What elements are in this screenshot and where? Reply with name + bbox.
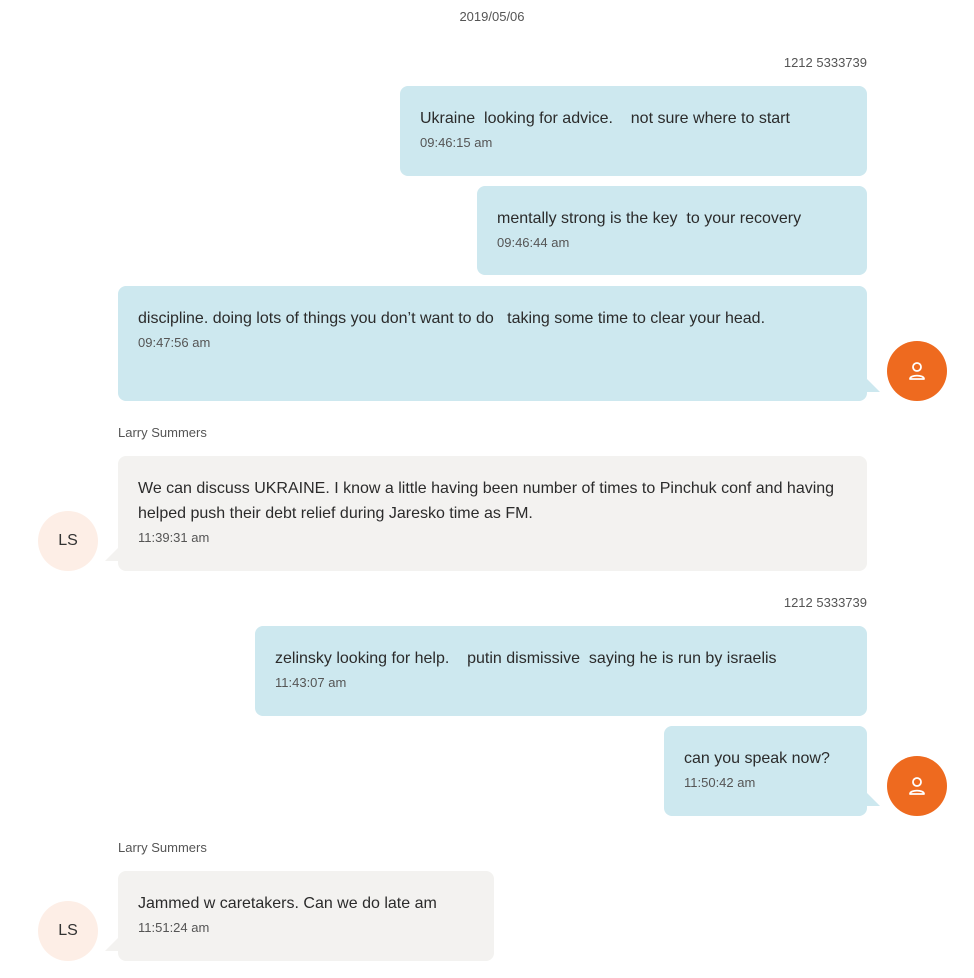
message-bubble-incoming[interactable]: Jammed w caretakers. Can we do late am 1… <box>118 871 494 961</box>
message-bubble-outgoing[interactable]: mentally strong is the key to your recov… <box>477 186 867 275</box>
sender-label: 1212 5333739 <box>783 595 867 610</box>
message-bubble-incoming[interactable]: We can discuss UKRAINE. I know a little … <box>118 456 867 571</box>
self-avatar[interactable] <box>887 756 947 816</box>
bubble-tail <box>105 545 121 561</box>
self-avatar[interactable] <box>887 341 947 401</box>
sender-label: Larry Summers <box>118 840 207 855</box>
message-bubble-outgoing[interactable]: can you speak now? 11:50:42 am <box>664 726 867 816</box>
message-text: mentally strong is the key to your recov… <box>497 210 802 227</box>
sender-label: Larry Summers <box>118 425 207 440</box>
message-bubble-outgoing[interactable]: Ukraine looking for advice. not sure whe… <box>400 86 867 176</box>
person-icon <box>909 777 925 795</box>
date-header: 2019/05/06 <box>459 9 525 24</box>
bubble-tail <box>105 935 121 951</box>
message-timestamp: 09:46:44 am <box>497 235 570 250</box>
contact-avatar[interactable]: LS <box>38 511 98 571</box>
message-bubble-outgoing[interactable]: zelinsky looking for help. putin dismiss… <box>255 626 867 716</box>
message-timestamp: 11:39:31 am <box>138 530 210 545</box>
message-timestamp: 11:43:07 am <box>275 675 347 690</box>
message-text: We can discuss UKRAINE. I know a little … <box>138 480 839 522</box>
message-timestamp: 11:50:42 am <box>684 775 756 790</box>
message-timestamp: 09:47:56 am <box>138 335 211 350</box>
message-text: Jammed w caretakers. Can we do late am <box>138 895 437 912</box>
message-timestamp: 09:46:15 am <box>420 135 493 150</box>
bubble-tail <box>864 376 880 392</box>
message-text: zelinsky looking for help. putin dismiss… <box>275 650 777 667</box>
message-text: Ukraine looking for advice. not sure whe… <box>420 110 790 127</box>
person-icon <box>909 362 925 380</box>
contact-avatar[interactable]: LS <box>38 901 98 961</box>
message-timestamp: 11:51:24 am <box>138 920 210 935</box>
message-text: can you speak now? <box>684 750 830 767</box>
bubble-tail <box>864 790 880 806</box>
message-bubble-outgoing[interactable]: discipline. doing lots of things you don… <box>118 286 867 401</box>
message-text: discipline. doing lots of things you don… <box>138 310 766 327</box>
sender-label: 1212 5333739 <box>783 55 867 70</box>
